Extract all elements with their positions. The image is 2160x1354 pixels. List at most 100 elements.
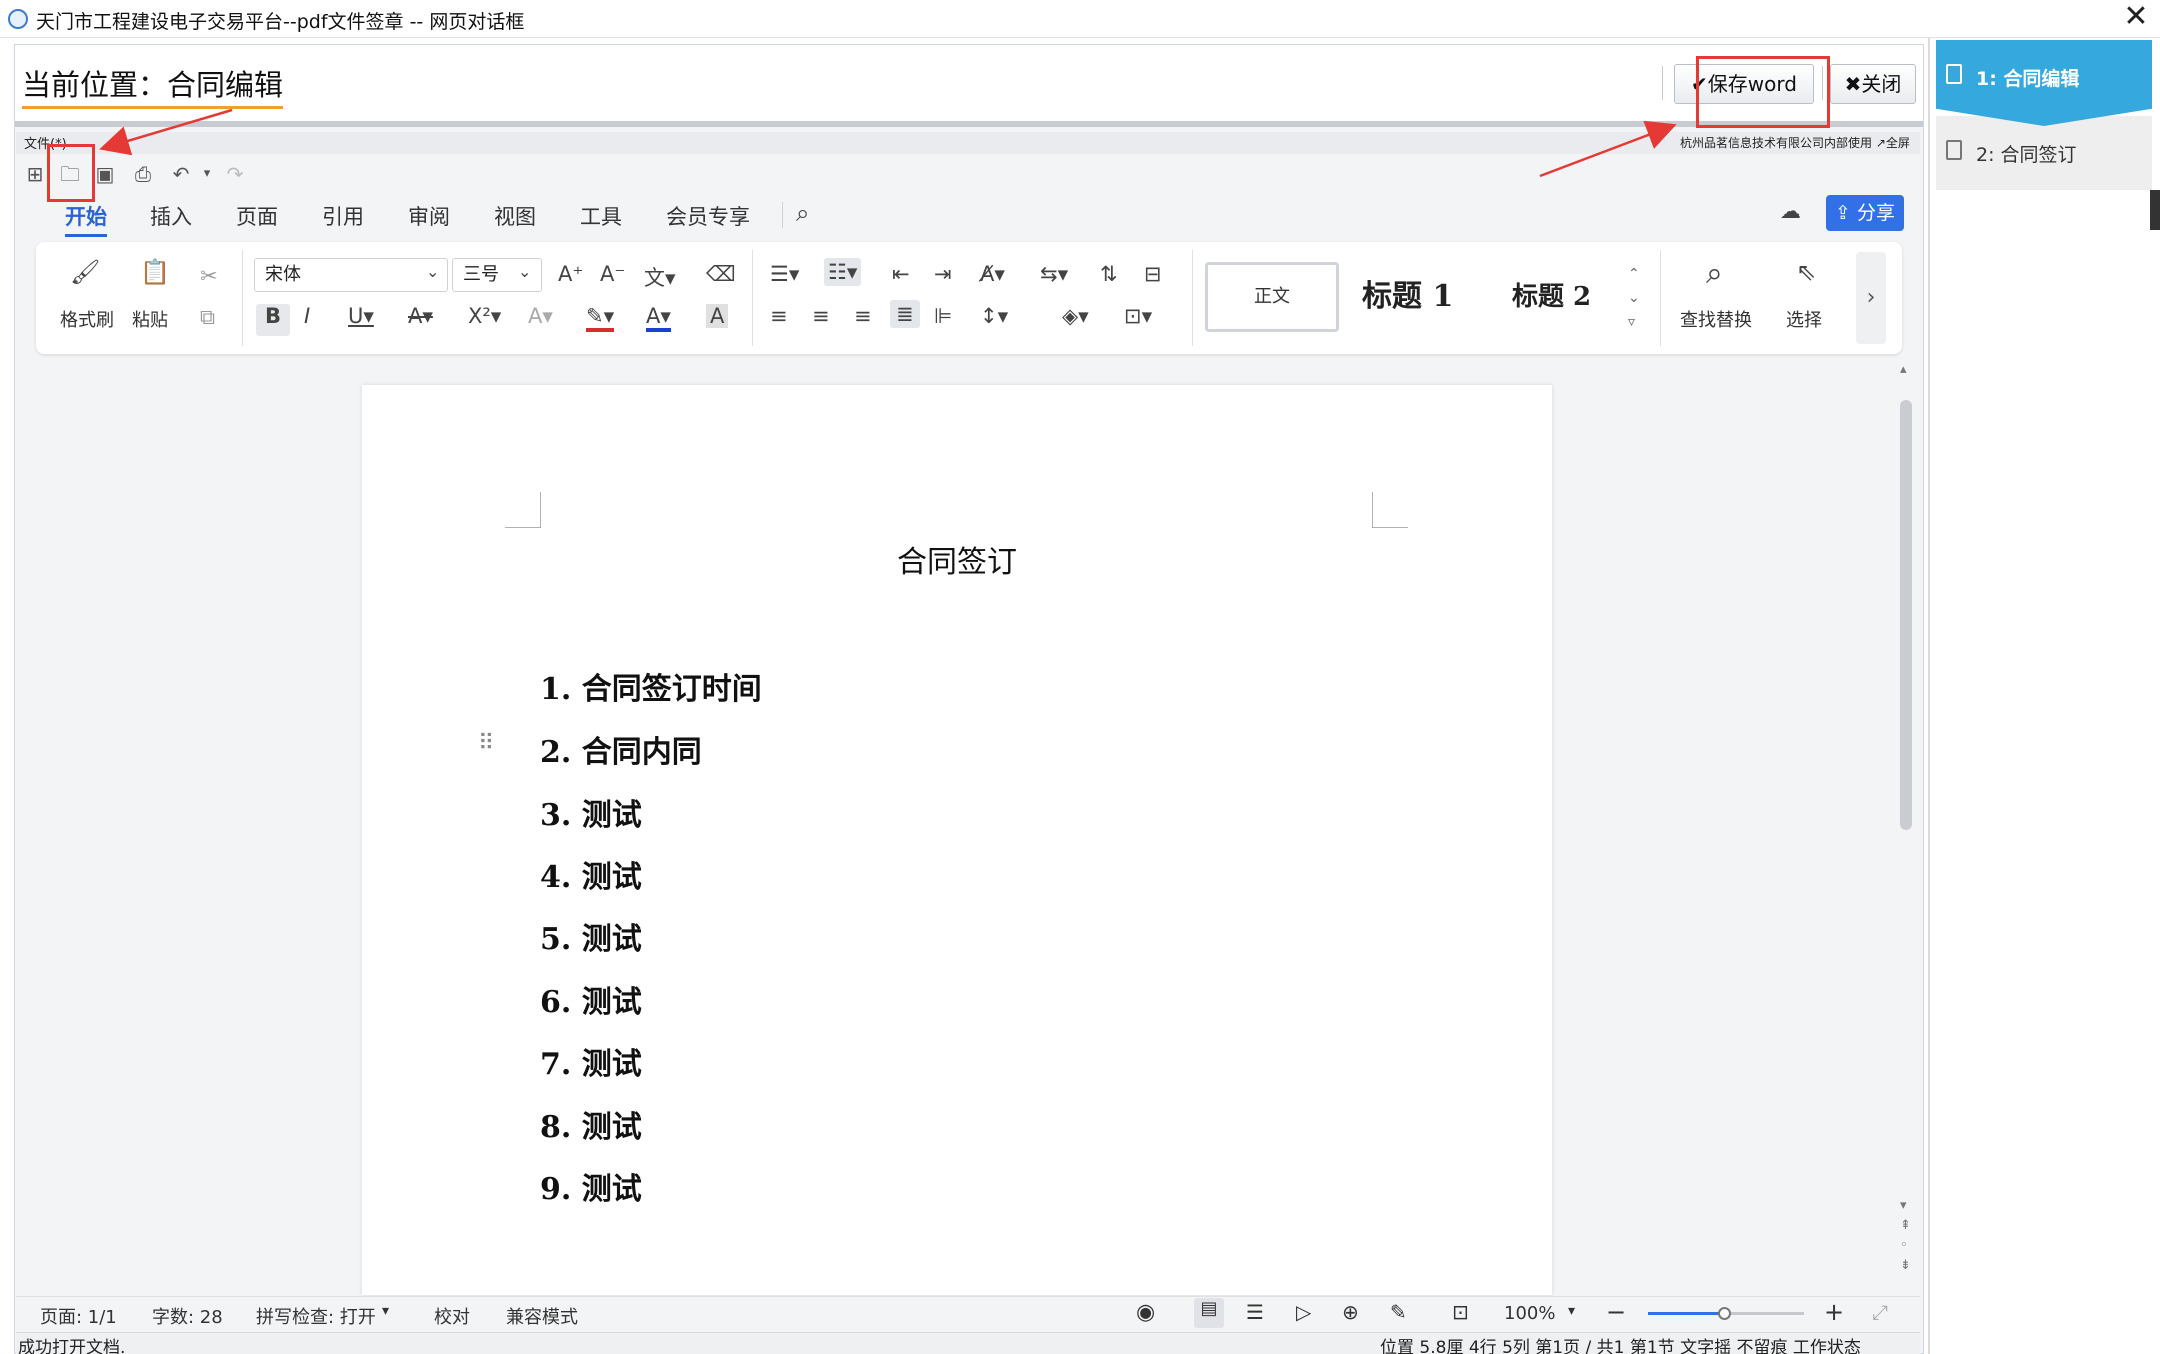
copy-icon[interactable]: ⧉ <box>200 305 215 330</box>
find-icon[interactable]: ⌕ <box>1706 256 1723 291</box>
tab-review[interactable]: 审阅 <box>408 201 450 231</box>
format-painter-icon[interactable]: 🖌 <box>70 258 100 286</box>
format-painter-button[interactable]: 格式刷 <box>60 306 114 332</box>
strikethrough-icon[interactable]: A▾ <box>408 304 433 328</box>
document-title[interactable]: 合同签订 <box>362 537 1552 581</box>
tab-member[interactable]: 会员专享 <box>666 201 750 231</box>
select-button[interactable]: 选择 <box>1786 306 1822 332</box>
ribbon-more-icon[interactable]: › <box>1856 252 1886 344</box>
undo-icon[interactable]: ↶ <box>168 161 194 187</box>
border-icon[interactable]: ⊡▾ <box>1124 304 1152 328</box>
list-item[interactable]: 4. 测试 <box>540 852 642 896</box>
page-view-icon[interactable]: ▤ <box>1194 1298 1224 1328</box>
tab-reference[interactable]: 引用 <box>322 201 364 231</box>
tab-page[interactable]: 页面 <box>236 201 278 231</box>
phonetic-icon[interactable]: 文▾ <box>644 262 676 292</box>
fit-page-icon[interactable]: ⊡ <box>1452 1300 1469 1324</box>
italic-icon[interactable]: I <box>304 304 310 328</box>
page-indicator[interactable]: 页面: 1/1 <box>40 1303 117 1329</box>
underline-icon[interactable]: U▾ <box>348 304 374 328</box>
fill-color-icon[interactable]: ◈▾ <box>1062 304 1089 328</box>
zoom-slider-handle[interactable] <box>1718 1307 1731 1320</box>
list-item[interactable]: 8. 测试 <box>540 1102 642 1146</box>
vendor-label[interactable]: 杭州品茗信息技术有限公司内部使用 ↗全屏 <box>1680 134 1910 151</box>
char-shading-icon[interactable]: A <box>706 304 729 328</box>
justify-icon[interactable]: ≣ <box>890 300 920 328</box>
shrink-font-icon[interactable]: A⁻ <box>600 262 625 286</box>
list-item[interactable]: 1. 合同签订时间 <box>540 664 762 708</box>
tab-view[interactable]: 视图 <box>494 201 536 231</box>
undo-dropdown-icon[interactable]: ▾ <box>194 161 220 187</box>
font-name-select[interactable]: 宋体 <box>254 258 448 292</box>
eye-icon[interactable]: ◉ <box>1136 1300 1155 1325</box>
find-replace-button[interactable]: 查找替换 <box>1680 306 1752 332</box>
cut-icon[interactable]: ✂ <box>200 264 218 288</box>
style-heading-1[interactable]: 标题 1 <box>1362 262 1453 332</box>
superscript-icon[interactable]: X²▾ <box>468 304 501 328</box>
drag-handle-icon[interactable]: ⠿ <box>478 731 494 756</box>
panel-scroll-edge <box>2150 190 2160 230</box>
text-direction-icon[interactable]: A̸▾ <box>980 262 1005 286</box>
window-close-button[interactable]: ✕ <box>2118 2 2154 36</box>
numbered-list-icon[interactable]: ☷▾ <box>824 258 862 286</box>
redo-icon[interactable]: ↷ <box>222 161 248 187</box>
zoom-out-icon[interactable]: − <box>1606 1298 1626 1326</box>
list-item[interactable]: 9. 测试 <box>540 1164 642 1208</box>
line-direction-icon[interactable]: ⇆▾ <box>1040 262 1068 286</box>
close-button[interactable]: ✖关闭 <box>1830 64 1916 104</box>
print-icon[interactable]: ⎙ <box>130 161 156 187</box>
proofread-button[interactable]: 校对 <box>434 1303 470 1329</box>
outline-view-icon[interactable]: ☰ <box>1246 1300 1264 1324</box>
zoom-in-icon[interactable]: + <box>1824 1298 1844 1326</box>
style-heading-2[interactable]: 标题 2 <box>1512 262 1591 332</box>
show-marks-icon[interactable]: ⊟ <box>1144 262 1162 286</box>
word-count[interactable]: 字数: 28 <box>152 1303 223 1329</box>
style-scroll-icon[interactable]: ⌃ ⌄ ▿ <box>1628 262 1640 334</box>
web-view-icon[interactable]: ⊕ <box>1342 1300 1359 1324</box>
save-icon[interactable]: ▣ <box>92 161 118 187</box>
select-cursor-icon[interactable]: ⇖ <box>1796 258 1816 286</box>
align-right-icon[interactable]: ≡ <box>854 304 872 328</box>
text-effect-icon[interactable]: A▾ <box>528 304 553 328</box>
clear-format-icon[interactable]: ⌫ <box>706 262 736 286</box>
style-normal[interactable]: 正文 <box>1205 262 1339 332</box>
tab-insert[interactable]: 插入 <box>150 201 192 231</box>
distribute-icon[interactable]: ⊫ <box>934 304 952 328</box>
decrease-indent-icon[interactable]: ⇤ <box>892 262 910 286</box>
list-item[interactable]: 6. 测试 <box>540 977 642 1021</box>
bullet-list-icon[interactable]: ☰▾ <box>770 262 799 286</box>
align-center-icon[interactable]: ≡ <box>812 304 830 328</box>
chevron-down-icon[interactable]: ▾ <box>382 1303 389 1319</box>
play-icon[interactable]: ▷ <box>1296 1300 1311 1324</box>
sort-icon[interactable]: ⇅ <box>1100 262 1118 286</box>
chevron-down-icon[interactable]: ▾ <box>1568 1303 1575 1319</box>
list-item[interactable]: 3. 测试 <box>540 790 642 834</box>
list-item[interactable]: 7. 测试 <box>540 1039 642 1083</box>
share-button[interactable]: ⇪ 分享 <box>1826 195 1904 231</box>
vertical-scrollbar-thumb[interactable] <box>1900 400 1912 830</box>
list-item[interactable]: 5. 测试 <box>540 914 642 958</box>
fullscreen-icon[interactable]: ⤢ <box>1872 1300 1888 1324</box>
list-item[interactable]: 2. 合同内同 <box>540 727 702 771</box>
paste-button[interactable]: 粘贴 <box>132 306 168 332</box>
cloud-icon[interactable]: ☁ <box>1780 199 1801 223</box>
bold-icon[interactable]: B <box>256 304 290 336</box>
tab-tools[interactable]: 工具 <box>580 201 622 231</box>
chevron-down-icon[interactable]: ⌄ <box>426 262 439 281</box>
line-spacing-icon[interactable]: ↕▾ <box>980 304 1008 328</box>
increase-indent-icon[interactable]: ⇥ <box>934 262 952 286</box>
pen-icon[interactable]: ✎ <box>1390 1300 1407 1324</box>
new-document-icon[interactable]: ⊞ <box>22 161 48 187</box>
highlight-icon[interactable]: ✎▾ <box>586 304 615 332</box>
align-left-icon[interactable]: ≡ <box>770 304 788 328</box>
zoom-level[interactable]: 100% <box>1504 1303 1555 1324</box>
font-color-icon[interactable]: A▾ <box>646 304 671 332</box>
tab-start[interactable]: 开始 <box>65 201 107 237</box>
scroll-up-icon[interactable]: ▴ <box>1900 362 1907 377</box>
search-icon[interactable]: ⌕ <box>796 199 809 227</box>
paste-icon[interactable]: 📋 <box>140 258 170 286</box>
spell-check-toggle[interactable]: 拼写检查: 打开 <box>256 1303 376 1329</box>
chevron-down-icon[interactable]: ⌄ <box>518 262 531 281</box>
page-nav-icon[interactable]: ▾ ⇞ ◦ ⇟ <box>1900 1196 1911 1276</box>
grow-font-icon[interactable]: A⁺ <box>558 262 583 286</box>
